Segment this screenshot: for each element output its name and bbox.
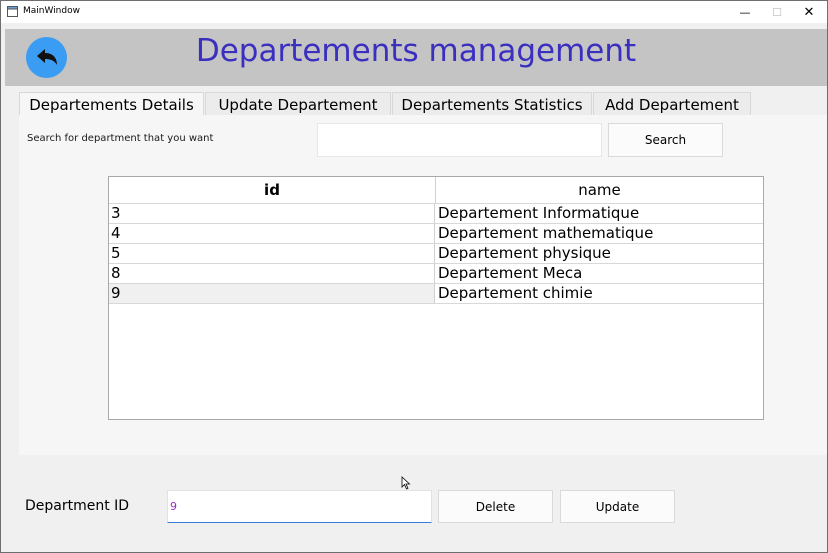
tab-add-departement[interactable]: Add Departement bbox=[593, 92, 751, 116]
maximize-button[interactable]: ☐ bbox=[761, 1, 793, 23]
app-icon bbox=[7, 6, 18, 17]
close-button[interactable]: ✕ bbox=[793, 1, 825, 23]
table-row[interactable]: 4 Departement mathematique bbox=[109, 223, 763, 243]
minimize-button[interactable]: — bbox=[729, 1, 761, 23]
main-window: MainWindow — ☐ ✕ Departements management… bbox=[0, 0, 828, 553]
details-panel: Search for department that you want Sear… bbox=[19, 115, 827, 455]
cell-name[interactable]: Departement Informatique bbox=[436, 204, 763, 223]
page-title: Departements management bbox=[195, 33, 637, 69]
column-header-name[interactable]: name bbox=[436, 177, 763, 203]
tab-departements-statistics[interactable]: Departements Statistics bbox=[392, 92, 592, 116]
table-row[interactable]: 5 Departement physique bbox=[109, 243, 763, 263]
cell-id[interactable]: 8 bbox=[109, 264, 435, 283]
table-row[interactable]: 9 Departement chimie bbox=[109, 283, 763, 304]
title-bar: MainWindow — ☐ ✕ bbox=[1, 1, 827, 23]
mouse-cursor-icon bbox=[401, 476, 411, 490]
tab-update-departement[interactable]: Update Departement bbox=[205, 92, 391, 116]
search-button[interactable]: Search bbox=[608, 123, 723, 157]
table-row[interactable]: 3 Departement Informatique bbox=[109, 203, 763, 223]
cell-id[interactable]: 4 bbox=[109, 224, 435, 243]
cell-id[interactable]: 5 bbox=[109, 244, 435, 263]
department-id-input[interactable]: 9 bbox=[167, 490, 432, 523]
cell-name[interactable]: Departement chimie bbox=[436, 284, 763, 303]
table-header: id name bbox=[109, 177, 763, 203]
cell-name[interactable]: Departement physique bbox=[436, 244, 763, 263]
column-header-id[interactable]: id bbox=[109, 177, 436, 203]
cell-name[interactable]: Departement Meca bbox=[436, 264, 763, 283]
cell-id[interactable]: 9 bbox=[109, 284, 435, 303]
delete-button[interactable]: Delete bbox=[438, 490, 553, 523]
window-title: MainWindow bbox=[23, 6, 80, 16]
table-row[interactable]: 8 Departement Meca bbox=[109, 263, 763, 283]
back-button[interactable] bbox=[26, 37, 67, 78]
departments-table: id name 3 Departement Informatique 4 Dep… bbox=[108, 176, 764, 420]
update-button[interactable]: Update bbox=[560, 490, 675, 523]
cell-name[interactable]: Departement mathematique bbox=[436, 224, 763, 243]
header-bar: Departements management bbox=[5, 29, 827, 86]
search-label: Search for department that you want bbox=[27, 133, 214, 144]
cell-id[interactable]: 3 bbox=[109, 204, 435, 223]
back-arrow-icon bbox=[36, 48, 57, 65]
search-input[interactable] bbox=[317, 123, 602, 157]
tab-departements-details[interactable]: Departements Details bbox=[19, 92, 204, 116]
department-id-label: Department ID bbox=[25, 498, 130, 514]
